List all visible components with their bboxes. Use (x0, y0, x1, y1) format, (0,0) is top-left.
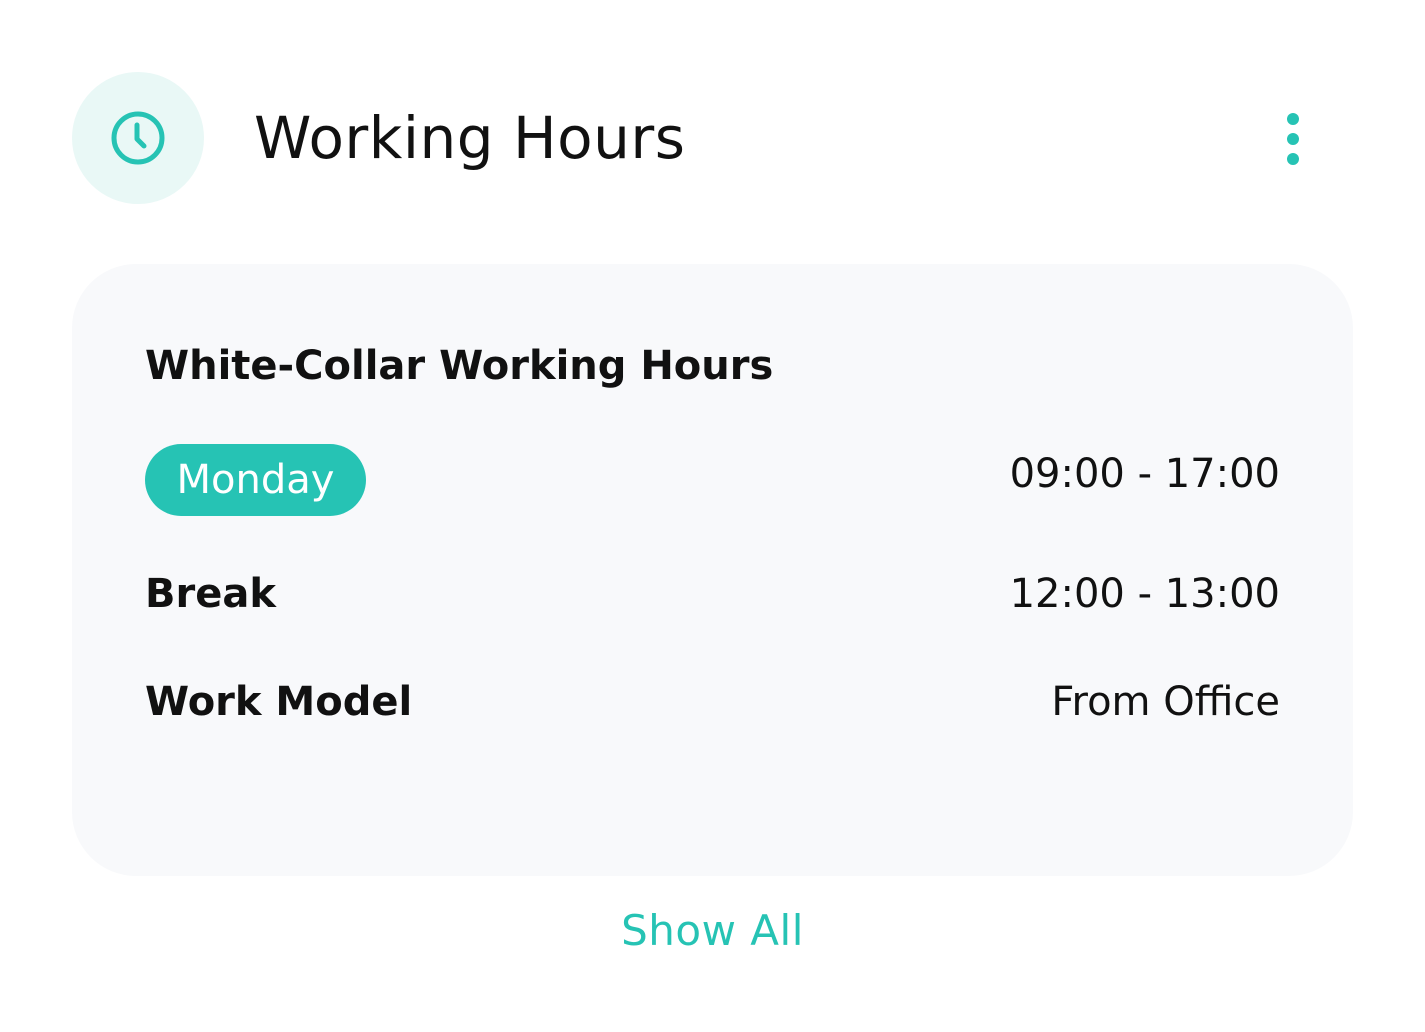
clock-icon-badge (72, 72, 204, 204)
working-hours-card: Working Hours White-Collar Working Hours… (0, 0, 1425, 1032)
schedule-panel: White-Collar Working Hours Monday 09:00 … (72, 264, 1353, 876)
work-model-label: Work Model (145, 679, 413, 725)
show-all-link[interactable]: Show All (0, 904, 1425, 958)
break-label: Break (145, 571, 276, 617)
more-options-button[interactable] (1272, 108, 1314, 170)
working-time-value: 09:00 - 17:00 (1009, 451, 1280, 497)
work-model-value: From Office (1051, 679, 1280, 725)
schedule-title: White-Collar Working Hours (145, 343, 774, 389)
clock-icon (111, 111, 165, 165)
more-vertical-icon (1287, 113, 1299, 165)
day-selector-pill[interactable]: Monday (145, 444, 366, 516)
card-title: Working Hours (254, 104, 686, 172)
break-time-value: 12:00 - 13:00 (1009, 571, 1280, 617)
